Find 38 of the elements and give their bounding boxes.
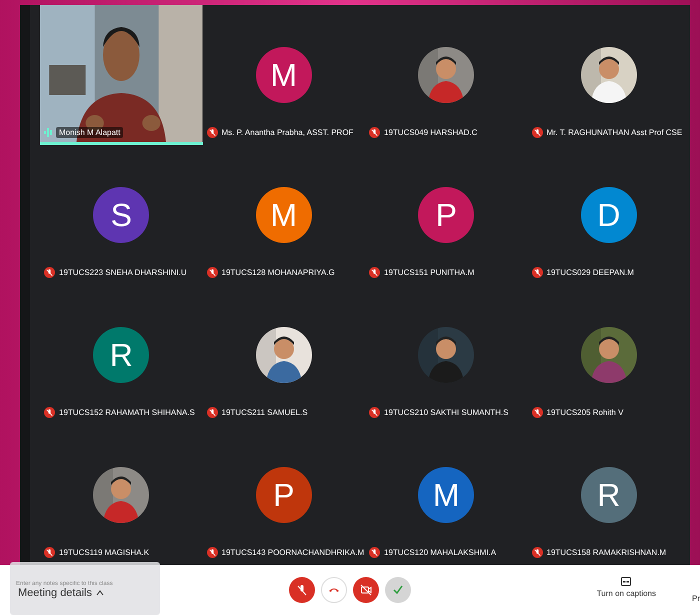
avatar: S <box>93 187 150 243</box>
participant-name: 19TUCS049 HARSHAD.C <box>384 128 478 137</box>
participant-name: 19TUCS120 MAHALAKSHMI.A <box>384 548 496 557</box>
avatar: D <box>580 187 637 243</box>
presentation-label: Pr <box>692 594 700 603</box>
participant-name: 19TUCS211 SAMUEL.S <box>222 408 308 417</box>
camera-off-icon <box>360 584 372 596</box>
participant-name: Mr. T. RAGHUNATHAN Asst Prof CSE <box>546 128 682 137</box>
participant-name: 19TUCS158 RAMAKRISHNAN.M <box>546 548 666 557</box>
muted-mic-icon <box>296 584 308 596</box>
participant-name: 19TUCS151 PUNITHA.M <box>384 268 474 277</box>
participant-name: 19TUCS119 MAGISHA.K <box>59 548 150 557</box>
participant-name: 19TUCS143 POORNACHANDHRIKA.M <box>222 548 364 557</box>
captions-button[interactable]: Turn on captions <box>596 577 656 598</box>
audio-level-icon <box>44 128 52 137</box>
avatar: M <box>256 187 312 243</box>
chevron-up-icon <box>96 590 104 596</box>
avatar: R <box>580 467 637 523</box>
camera-button[interactable] <box>353 577 379 603</box>
avatar: R <box>93 327 150 383</box>
participant-name: Monish M Alapatt <box>56 127 124 138</box>
meeting-details-button[interactable]: Meeting details <box>18 587 104 599</box>
participant-name: 19TUCS223 SNEHA DHARSHINI.U <box>59 268 187 277</box>
participant-name: 19TUCS205 Rohith V <box>546 408 624 417</box>
participant-name: 19TUCS029 DEEPAN.M <box>546 268 634 277</box>
participant-name: 19TUCS210 SAKTHI SUMANTH.S <box>384 408 508 417</box>
captions-icon <box>621 577 632 586</box>
participant-name: Ms. P. Anantha Prabha, ASST. PROF <box>222 128 354 137</box>
participant-name: 19TUCS128 MOHANAPRIYA.G <box>222 268 335 277</box>
avatar: M <box>418 467 474 523</box>
avatar: P <box>418 187 474 243</box>
check-icon <box>392 584 404 596</box>
phone-icon <box>328 586 340 594</box>
confirm-button[interactable] <box>385 577 411 603</box>
participant-name: 19TUCS152 RAHAMATH SHIHANA.S <box>59 408 195 417</box>
microphone-button[interactable] <box>289 577 315 603</box>
avatar: P <box>256 467 312 523</box>
avatar: M <box>256 47 312 103</box>
